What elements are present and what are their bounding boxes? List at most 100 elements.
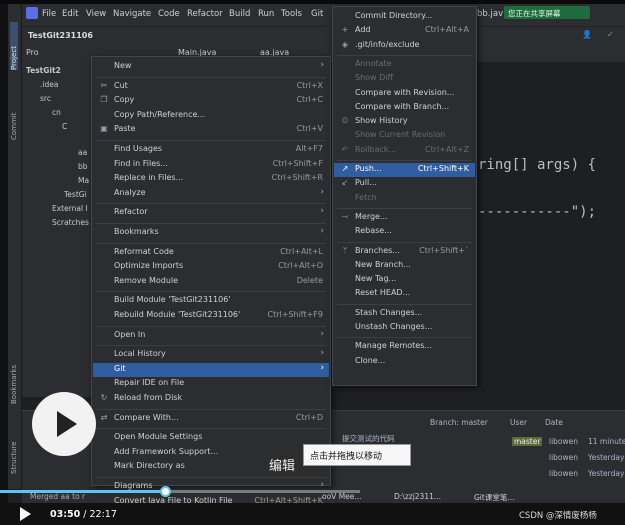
push-icon: ↗ bbox=[341, 164, 349, 173]
menu-item-label: Commit Directory... bbox=[355, 11, 433, 20]
menu-item-fetch[interactable]: Fetch bbox=[334, 192, 475, 206]
menu-item-new-tag[interactable]: New Tag... bbox=[334, 273, 475, 287]
tree-testgit[interactable]: TestGi bbox=[64, 190, 87, 199]
commit-tool-tab[interactable]: Commit bbox=[10, 100, 18, 141]
menu-navigate[interactable]: Navigate bbox=[113, 9, 151, 19]
commit-message[interactable]: 提交测试的代码 bbox=[342, 433, 395, 444]
menu-item-pull[interactable]: ↙ Pull... bbox=[334, 177, 475, 191]
tree-cn[interactable]: cn bbox=[52, 108, 61, 117]
menu-item-bookmarks[interactable]: Bookmarks › bbox=[93, 226, 329, 240]
menu-item-commit-directory[interactable]: Commit Directory... bbox=[334, 10, 475, 24]
menu-item-compare-with[interactable]: ⇄ Compare With... Ctrl+D bbox=[93, 412, 329, 426]
menu-refactor[interactable]: Refactor bbox=[187, 9, 223, 19]
menu-item-label: Stash Changes... bbox=[355, 307, 423, 317]
menu-item-label: Show Current Revision bbox=[355, 130, 446, 140]
menu-item-branches[interactable]: ᛘ Branches... Ctrl+Shift+` bbox=[334, 245, 475, 259]
user-filter[interactable]: User bbox=[510, 418, 527, 427]
control-play-icon[interactable] bbox=[20, 507, 31, 521]
taskbar-item[interactable]: D:\zzj2311... bbox=[394, 492, 441, 501]
watermark: CSDN @深情废杨杨 bbox=[519, 511, 597, 521]
menu-item-repair-ide-on-file[interactable]: Repair IDE on File bbox=[93, 377, 329, 391]
tree-external[interactable]: External I bbox=[52, 204, 88, 213]
menu-item-replace-in-files[interactable]: Replace in Files... Ctrl+Shift+R bbox=[93, 172, 329, 186]
menu-item-merge[interactable]: ⤙ Merge... bbox=[334, 211, 475, 225]
menu-item-label: Pull... bbox=[355, 178, 377, 188]
menu-item-show-history[interactable]: ⏲ Show History bbox=[334, 115, 475, 129]
menu-item-rollback[interactable]: ↶ Rollback... Ctrl+Alt+Z bbox=[334, 144, 475, 158]
tree-aa[interactable]: aa bbox=[78, 148, 87, 157]
bookmarks-tool-tab[interactable]: Bookmarks bbox=[10, 354, 18, 404]
user-icon[interactable]: 👤 bbox=[582, 30, 592, 39]
tree-main[interactable]: Ma bbox=[78, 176, 89, 185]
menu-item-clone[interactable]: Clone... bbox=[334, 355, 475, 369]
menu-item-stash-changes[interactable]: Stash Changes... bbox=[334, 307, 475, 321]
chevron-right-icon: › bbox=[320, 362, 324, 373]
menu-item-find-usages[interactable]: Find Usages Alt+F7 bbox=[93, 143, 329, 157]
menu-edit[interactable]: Edit bbox=[62, 9, 78, 19]
menu-item-compare-with-revision[interactable]: Compare with Revision... bbox=[334, 87, 475, 101]
menu-item-copy-path-reference[interactable]: Copy Path/Reference... bbox=[93, 109, 329, 123]
menu-item-show-diff[interactable]: Show Diff bbox=[334, 72, 475, 86]
menu-item-add[interactable]: + Add Ctrl+Alt+A bbox=[334, 24, 475, 38]
menu-item-label: Paste bbox=[114, 124, 136, 134]
branch-filter[interactable]: Branch: master bbox=[430, 418, 488, 427]
menu-item-new-branch[interactable]: New Branch... bbox=[334, 259, 475, 273]
menu-item-remove-module[interactable]: Remove Module Delete bbox=[93, 275, 329, 289]
menu-separator bbox=[337, 303, 472, 305]
menu-item-analyze[interactable]: Analyze › bbox=[93, 187, 329, 201]
menu-item-reset-head[interactable]: Reset HEAD... bbox=[334, 287, 475, 301]
menu-item-find-in-files[interactable]: Find in Files... Ctrl+Shift+F bbox=[93, 158, 329, 172]
tree-src[interactable]: src bbox=[40, 94, 51, 103]
progress-fill bbox=[0, 490, 166, 493]
menu-item-reformat-code[interactable]: Reformat Code Ctrl+Alt+L bbox=[93, 246, 329, 260]
menu-item-git-info-exclude[interactable]: ◈ .git/info/exclude bbox=[334, 39, 475, 53]
menu-item-reload-from-disk[interactable]: ↻ Reload from Disk bbox=[93, 392, 329, 406]
menu-item-manage-remotes[interactable]: Manage Remotes... bbox=[334, 340, 475, 354]
date-filter[interactable]: Date bbox=[545, 418, 563, 427]
menu-item-new[interactable]: New › bbox=[93, 60, 329, 74]
menu-item-unstash-changes[interactable]: Unstash Changes... bbox=[334, 321, 475, 335]
structure-tool-tab[interactable]: Structure bbox=[10, 429, 18, 474]
menu-code[interactable]: Code bbox=[158, 9, 180, 19]
menu-item-compare-with-branch[interactable]: Compare with Branch... bbox=[334, 101, 475, 115]
tree-bb[interactable]: bb bbox=[78, 162, 88, 171]
tree-scratches[interactable]: Scratches bbox=[52, 218, 89, 227]
menu-item-cut[interactable]: ✂ Cut Ctrl+X bbox=[93, 80, 329, 94]
compare-with-icon: ⇄ bbox=[100, 412, 108, 422]
menu-item-shortcut: Ctrl+Shift+F bbox=[272, 158, 323, 168]
menu-run[interactable]: Run bbox=[258, 9, 274, 19]
menu-item-open-module-settings[interactable]: Open Module Settings bbox=[93, 431, 329, 445]
menu-file[interactable]: File bbox=[42, 9, 56, 19]
menu-item-label: Bookmarks bbox=[114, 227, 159, 236]
menu-item-rebuild-module-testgit231106[interactable]: Rebuild Module 'TestGit231106' Ctrl+Shift… bbox=[93, 309, 329, 323]
progress-knob[interactable] bbox=[159, 486, 171, 497]
menu-item-rebase[interactable]: Rebase... bbox=[334, 225, 475, 239]
menu-item-push[interactable]: ↗ Push... Ctrl+Shift+K bbox=[334, 163, 475, 177]
menu-item-label: Compare with Revision... bbox=[355, 87, 455, 97]
menu-item-copy[interactable]: ❐ Copy Ctrl+C bbox=[93, 94, 329, 108]
menu-item-refactor[interactable]: Refactor › bbox=[93, 206, 329, 220]
menu-tools[interactable]: Tools bbox=[281, 9, 302, 19]
video-play-button[interactable] bbox=[32, 392, 96, 456]
menu-build[interactable]: Build bbox=[229, 9, 250, 19]
menu-item-build-module-testgit231106[interactable]: Build Module 'TestGit231106' bbox=[93, 294, 329, 308]
project-view-label[interactable]: Pro bbox=[26, 48, 39, 57]
screen-share-badge[interactable]: 您正在共享屏幕 bbox=[504, 6, 590, 19]
tree-idea[interactable]: .idea bbox=[40, 80, 58, 89]
menu-item-git[interactable]: Git › bbox=[93, 362, 329, 377]
menu-item-local-history[interactable]: Local History › bbox=[93, 348, 329, 362]
menu-item-annotate[interactable]: Annotate bbox=[334, 58, 475, 72]
project-tool-tab[interactable]: Project bbox=[10, 22, 18, 70]
tree-c[interactable]: C bbox=[62, 122, 67, 131]
menu-item-paste[interactable]: ▣ Paste Ctrl+V bbox=[93, 123, 329, 137]
menu-item-optimize-imports[interactable]: Optimize Imports Ctrl+Alt+O bbox=[93, 260, 329, 274]
tree-root[interactable]: TestGit2 bbox=[26, 66, 61, 75]
menu-item-open-in[interactable]: Open In › bbox=[93, 329, 329, 343]
project-name[interactable]: TestGit231106 bbox=[28, 31, 93, 40]
taskbar-item[interactable]: Git课堂笔... bbox=[474, 492, 515, 503]
chevron-right-icon: › bbox=[320, 226, 324, 236]
menu-view[interactable]: View bbox=[86, 9, 106, 19]
checkmark-icon[interactable]: ✓ bbox=[607, 30, 614, 39]
menu-item-show-current-revision[interactable]: Show Current Revision bbox=[334, 129, 475, 143]
menu-git[interactable]: Git bbox=[311, 9, 323, 19]
